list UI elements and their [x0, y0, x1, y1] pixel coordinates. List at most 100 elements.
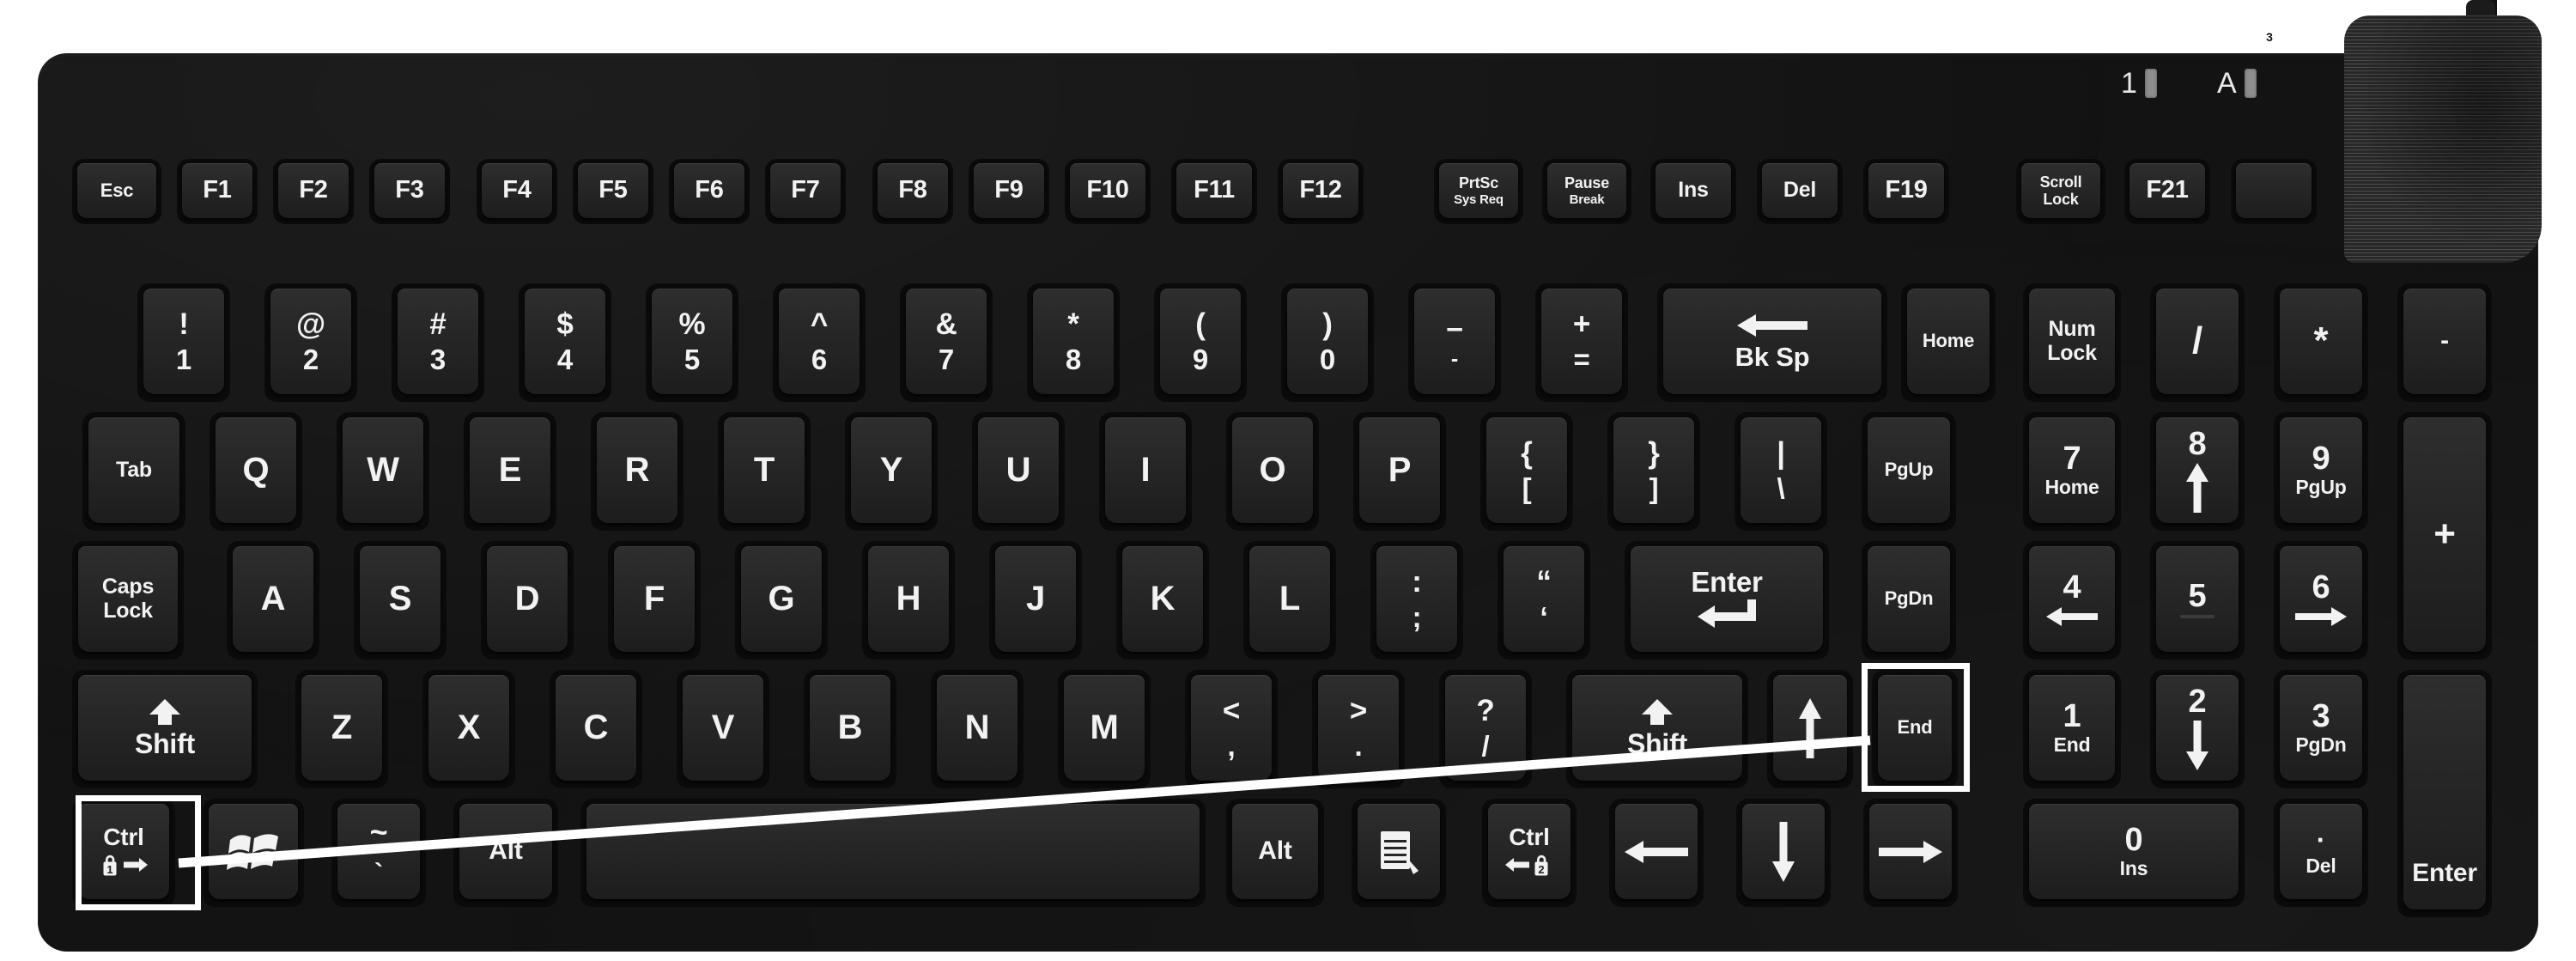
key-f2[interactable]: F2 — [273, 159, 354, 224]
key-numpad-9[interactable]: 9 PgUp — [2274, 412, 2368, 531]
key-blank[interactable] — [2231, 159, 2317, 224]
key-p[interactable]: P — [1353, 412, 1446, 531]
key-s[interactable]: S — [354, 541, 447, 660]
key-f9[interactable]: F9 — [969, 159, 1049, 224]
key-enter[interactable]: Enter — [1625, 541, 1829, 660]
key-numpad-0[interactable]: 0 Ins — [2023, 799, 2245, 907]
key-numpad-divide[interactable]: / — [2150, 283, 2245, 402]
key-a[interactable]: A — [227, 541, 319, 660]
key-alt-right[interactable]: Alt — [1226, 799, 1324, 907]
key-print-screen[interactable]: PrtSc Sys Req — [1434, 159, 1523, 224]
key-1[interactable]: ! 1 — [137, 283, 230, 402]
key-context-menu[interactable] — [1352, 799, 1446, 907]
key-n[interactable]: N — [931, 670, 1024, 788]
key-y[interactable]: Y — [845, 412, 938, 531]
key-f10[interactable]: F10 — [1065, 159, 1151, 224]
key-f3[interactable]: F3 — [369, 159, 450, 224]
key-4[interactable]: $4 — [519, 283, 611, 402]
key-z[interactable]: Z — [295, 670, 388, 788]
key-windows[interactable] — [203, 799, 304, 907]
key-numpad-3[interactable]: 3 PgDn — [2274, 670, 2368, 788]
key-insert[interactable]: Ins — [1650, 159, 1736, 224]
key-tab[interactable]: Tab — [82, 412, 185, 531]
key-bracket-left[interactable]: {[ — [1480, 412, 1573, 531]
key-space[interactable] — [580, 799, 1206, 907]
key-g[interactable]: G — [735, 541, 828, 660]
key-numpad-2[interactable]: 2 — [2150, 670, 2245, 788]
key-numpad-1[interactable]: 1 End — [2023, 670, 2121, 788]
key-numpad-add[interactable]: + — [2397, 412, 2492, 660]
key-7[interactable]: & 7 — [900, 283, 993, 402]
key-f6[interactable]: F6 — [669, 159, 750, 224]
key-numpad-7[interactable]: 7 Home — [2023, 412, 2121, 531]
key-quote[interactable]: “‘ — [1498, 541, 1590, 660]
key-numpad-6[interactable]: 6 — [2274, 541, 2368, 660]
key-w[interactable]: W — [337, 412, 429, 531]
key-numpad-8[interactable]: 8 — [2150, 412, 2245, 531]
key-shift-right[interactable]: Shift — [1566, 670, 1748, 788]
key-f11[interactable]: F11 — [1171, 159, 1257, 224]
key-arrow-down[interactable] — [1736, 799, 1831, 907]
key-l[interactable]: L — [1243, 541, 1336, 660]
key-arrow-left[interactable] — [1609, 799, 1704, 907]
key-comma[interactable]: <, — [1185, 670, 1278, 788]
key-period[interactable]: >. — [1312, 670, 1405, 788]
key-x[interactable]: X — [422, 670, 515, 788]
key-f5[interactable]: F5 — [573, 159, 653, 224]
key-esc[interactable]: Esc — [72, 159, 161, 224]
key-numpad-decimal[interactable]: · Del — [2274, 799, 2368, 907]
key-r[interactable]: R — [591, 412, 683, 531]
key-5[interactable]: % 5 — [646, 283, 738, 402]
key-num-lock[interactable]: Num Lock — [2023, 283, 2121, 402]
key-h[interactable]: H — [862, 541, 955, 660]
key-numpad-multiply[interactable]: * — [2274, 283, 2368, 402]
key-tilde-grave[interactable]: ~ ` — [331, 799, 426, 907]
key-page-down[interactable]: PgDn — [1862, 541, 1956, 660]
key-9[interactable]: (9 — [1154, 283, 1247, 402]
key-page-up[interactable]: PgUp — [1862, 412, 1956, 531]
key-delete[interactable]: Del — [1757, 159, 1843, 224]
key-e[interactable]: E — [464, 412, 556, 531]
key-2[interactable]: @2 — [264, 283, 357, 402]
key-numpad-subtract[interactable]: - — [2397, 283, 2492, 402]
key-numpad-4[interactable]: 4 — [2023, 541, 2121, 660]
key-j[interactable]: J — [989, 541, 1082, 660]
key-scroll-lock[interactable]: Scroll Lock — [2016, 159, 2105, 224]
key-arrow-up[interactable] — [1767, 670, 1853, 788]
key-bracket-right[interactable]: }] — [1607, 412, 1700, 531]
key-f8[interactable]: F8 — [872, 159, 953, 224]
key-u[interactable]: U — [972, 412, 1065, 531]
key-equals[interactable]: + = — [1535, 283, 1628, 402]
key-v[interactable]: V — [677, 670, 769, 788]
key-ctrl-right[interactable]: Ctrl 2 — [1482, 799, 1577, 907]
key-o[interactable]: O — [1226, 412, 1319, 531]
key-f7[interactable]: F7 — [765, 159, 846, 224]
key-f1[interactable]: F1 — [177, 159, 258, 224]
key-slash[interactable]: ? / — [1439, 670, 1532, 788]
key-f21[interactable]: F21 — [2124, 159, 2210, 224]
key-pause-break[interactable]: Pause Break — [1542, 159, 1631, 224]
key-f[interactable]: F — [608, 541, 701, 660]
key-3[interactable]: #3 — [392, 283, 484, 402]
key-f19[interactable]: F19 — [1863, 159, 1949, 224]
key-t[interactable]: T — [718, 412, 811, 531]
key-backslash[interactable]: | \ — [1735, 412, 1827, 531]
key-semicolon[interactable]: :; — [1370, 541, 1463, 660]
key-k[interactable]: K — [1116, 541, 1209, 660]
key-b[interactable]: B — [804, 670, 896, 788]
key-f12[interactable]: F12 — [1278, 159, 1364, 224]
key-8[interactable]: * 8 — [1027, 283, 1120, 402]
key-d[interactable]: D — [481, 541, 574, 660]
key-alt-left[interactable]: Alt — [453, 799, 558, 907]
key-numpad-enter[interactable]: Enter — [2397, 670, 2492, 917]
key-minus[interactable]: – - — [1408, 283, 1501, 402]
key-q[interactable]: Q — [210, 412, 302, 531]
key-0[interactable]: ) 0 — [1281, 283, 1374, 402]
key-numpad-5[interactable]: 5 — [2150, 541, 2245, 660]
key-c[interactable]: C — [550, 670, 642, 788]
key-caps-lock[interactable]: Caps Lock — [72, 541, 184, 660]
key-arrow-right[interactable] — [1863, 799, 1958, 907]
key-home[interactable]: Home — [1901, 283, 1996, 402]
key-6[interactable]: ^ 6 — [773, 283, 866, 402]
key-i[interactable]: I — [1099, 412, 1192, 531]
